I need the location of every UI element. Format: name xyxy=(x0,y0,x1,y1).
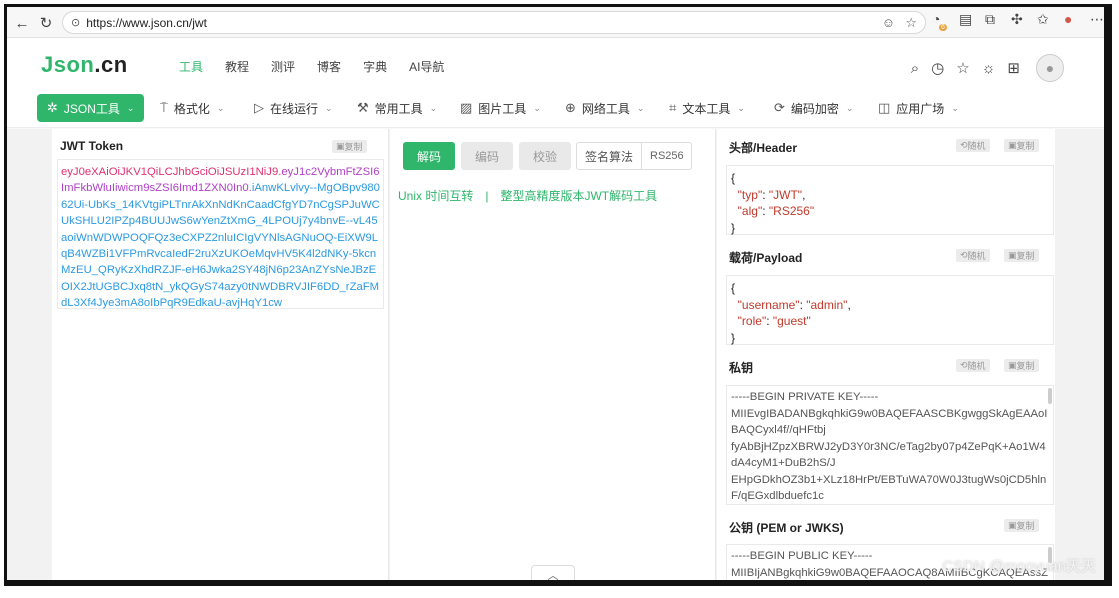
reload-icon[interactable]: ↻ xyxy=(33,10,59,36)
nav-review[interactable]: 测评 xyxy=(271,58,295,75)
payload-json-editor[interactable]: { "username": "admin", "role": "guest" } xyxy=(726,275,1054,345)
private-key-copy-button[interactable]: ▣ 复制 xyxy=(1004,359,1039,372)
reader-mode-icon[interactable]: ☺ xyxy=(882,15,895,30)
toolbar-app-square[interactable]: ◫ 应用广场 ⌄ xyxy=(878,94,959,122)
puzzle-icon[interactable]: ✣ xyxy=(1011,11,1023,28)
collections-icon[interactable]: ⧉ xyxy=(985,11,995,28)
nav-blog[interactable]: 博客 xyxy=(317,58,341,75)
back-icon[interactable]: ← xyxy=(9,10,35,36)
public-key-copy-button[interactable]: ▣ 复制 xyxy=(1004,519,1039,532)
screenshot-frame: ← ↻ ⊙ https://www.json.cn/jwt ☺ ☆ ◔ 6 ▤ … xyxy=(4,4,1112,586)
nav-tutorial[interactable]: 教程 xyxy=(225,58,249,75)
theme-sun-icon[interactable]: ☼ xyxy=(982,60,996,77)
payload-random-button[interactable]: ⟲ 随机 xyxy=(956,249,990,262)
encode-button[interactable]: 编码 xyxy=(461,142,513,170)
image-icon: ▨ xyxy=(460,100,473,115)
toolbar-run-online[interactable]: ▷ 在线运行 ⌄ xyxy=(254,94,333,122)
private-key-textarea[interactable]: -----BEGIN PRIVATE KEY----- MIIEvgIBADAN… xyxy=(726,385,1054,505)
token-header-part: eyJ0eXAiOiJKV1QiLCJhbGciOiJSUzI1NiJ9 xyxy=(61,166,279,178)
search-icon[interactable]: ⌕ xyxy=(911,60,919,77)
jwt-token-input[interactable]: eyJ0eXAiOiJKV1QiLCJhbGciOiJSUzI1NiJ9.eyJ… xyxy=(57,159,384,309)
chevron-down-icon: ⌄ xyxy=(533,102,541,113)
crop-icon: ⌗ xyxy=(669,100,677,115)
header-json-editor[interactable]: { "typ": "JWT", "alg": "RS256" } xyxy=(726,165,1054,235)
site-info-icon[interactable]: ⊙ xyxy=(71,16,80,29)
algorithm-label: 签名算法 xyxy=(577,143,643,169)
decode-button[interactable]: 解码 xyxy=(403,142,455,170)
toolbar-image-tools[interactable]: ▨ 图片工具 ⌄ xyxy=(460,94,541,122)
toolbar-format[interactable]: ⍑ 格式化 ⌄ xyxy=(160,94,224,122)
decoded-panel: 头部/Header ⟲ 随机 ▣ 复制 { "typ": "JWT", "alg… xyxy=(717,129,1055,580)
address-bar[interactable]: ⊙ https://www.json.cn/jwt ☺ ☆ xyxy=(62,11,926,34)
tool-links: Unix 时间互转 | 整型高精度版本JWT解码工具 xyxy=(398,187,657,204)
site-logo[interactable]: Json.cn xyxy=(41,52,128,78)
star-icon[interactable]: ☆ xyxy=(956,59,969,77)
browser-toolbar: ← ↻ ⊙ https://www.json.cn/jwt ☺ ☆ ◔ 6 ▤ … xyxy=(7,7,1104,38)
chevron-down-icon: ⌄ xyxy=(845,102,854,113)
collapse-up-button[interactable]: ︿ xyxy=(531,565,575,582)
user-avatar[interactable]: ● xyxy=(1036,54,1064,82)
jwt-token-title: JWT Token xyxy=(60,139,124,153)
globe-icon: ⊕ xyxy=(565,100,576,115)
header-random-button[interactable]: ⟲ 随机 xyxy=(956,139,990,152)
token-signature-part: iAnwKLvlvy--MgOBpv98062Ui-UbKs_14KVtgiPL… xyxy=(61,182,380,310)
play-icon: ▷ xyxy=(254,100,264,115)
history-icon[interactable]: ◷ xyxy=(931,59,944,77)
favorites-list-icon[interactable]: ✩ xyxy=(1037,11,1049,28)
controls-panel: 解码 编码 校验 签名算法 RS256 Unix 时间互转 | 整型高精度版本J… xyxy=(390,129,716,580)
main-content: JWT Token ▣ 复制 eyJ0eXAiOiJKV1QiLCJhbGciO… xyxy=(7,129,1104,582)
profile-icon[interactable]: ● xyxy=(1064,11,1072,27)
chevron-down-icon: ⌄ xyxy=(636,102,645,113)
copy-token-button[interactable]: ▣ 复制 xyxy=(332,140,367,153)
algorithm-value: RS256 xyxy=(650,150,684,162)
payload-title: 载荷/Payload xyxy=(729,251,803,265)
jwt-token-panel: JWT Token ▣ 复制 eyJ0eXAiOiJKV1QiLCJhbGciO… xyxy=(52,129,389,580)
toolbar-common-tools[interactable]: ⚒ 常用工具 ⌄ xyxy=(357,94,437,122)
sparkle-icon: ✲ xyxy=(47,100,58,115)
mode-buttons: 解码 编码 校验 xyxy=(403,142,577,170)
header-copy-button[interactable]: ▣ 复制 xyxy=(1004,139,1039,152)
nav-tools[interactable]: 工具 xyxy=(179,58,203,75)
tool-toolbar: ✲ JSON工具 ⌄ ⍑ 格式化 ⌄ ▷ 在线运行 ⌄ ⚒ 常用工具 ⌄ ▨ 图… xyxy=(7,88,1104,128)
public-key-title: 公钥 (PEM or JWKS) xyxy=(729,521,844,535)
toolbar-encode-encrypt[interactable]: ⟳ 编码加密 ⌄ xyxy=(774,94,853,122)
verify-button[interactable]: 校验 xyxy=(519,142,571,170)
private-key-random-button[interactable]: ⟲ 随机 xyxy=(956,359,990,372)
link-separator: | xyxy=(485,188,489,203)
chevron-down-icon: ⌄ xyxy=(737,102,745,113)
unix-time-link[interactable]: Unix 时间互转 xyxy=(398,187,473,204)
chevron-down-icon: ⌄ xyxy=(216,102,225,113)
header-title: 头部/Header xyxy=(729,141,798,155)
chevron-down-icon: ⌄ xyxy=(429,102,438,113)
toolbar-json-tools[interactable]: ✲ JSON工具 ⌄ xyxy=(37,94,145,122)
jwt-bigint-link[interactable]: 整型高精度版本JWT解码工具 xyxy=(500,187,657,204)
page-icon[interactable]: ▤ xyxy=(959,11,972,28)
url-text: https://www.json.cn/jwt xyxy=(86,15,207,30)
private-key-title: 私钥 xyxy=(729,361,754,375)
chevron-down-icon: ⌄ xyxy=(325,102,333,113)
chevron-down-icon: ⌄ xyxy=(126,102,135,113)
nav-dictionary[interactable]: 字典 xyxy=(363,58,387,75)
algorithm-select[interactable]: 签名算法 RS256 xyxy=(576,142,692,170)
grid-icon[interactable]: ⊞ xyxy=(1007,59,1020,77)
app-icon: ◫ xyxy=(878,100,891,115)
chevron-down-icon: ⌄ xyxy=(951,102,959,113)
hammer-icon: ⚒ xyxy=(357,100,369,115)
refresh-icon: ⟳ xyxy=(774,100,785,115)
main-nav: 工具 教程 测评 博客 字典 AI导航 xyxy=(179,58,466,75)
toolbar-text-tools[interactable]: ⌗ 文本工具 ⌄ xyxy=(669,94,745,122)
header-actions: ⌕ ◷ ☆ ☼ ⊞ ● xyxy=(899,54,1064,82)
toolbar-network-tools[interactable]: ⊕ 网络工具 ⌄ xyxy=(565,94,644,122)
payload-copy-button[interactable]: ▣ 复制 xyxy=(1004,249,1039,262)
favorite-star-icon[interactable]: ☆ xyxy=(905,15,917,31)
brush-icon: ⍑ xyxy=(160,100,168,115)
chevron-up-icon: ︿ xyxy=(547,570,559,582)
nav-ai[interactable]: AI导航 xyxy=(409,58,444,75)
site-header: Json.cn 工具 教程 测评 博客 字典 AI导航 ⌕ ◷ ☆ ☼ ⊞ ● xyxy=(7,38,1104,88)
more-menu-icon[interactable]: ⋯ xyxy=(1090,11,1104,28)
private-key-scrollbar[interactable] xyxy=(1048,388,1052,404)
watermark: CSDN @mooyuan天天 xyxy=(942,558,1096,575)
extension-badge: 6 xyxy=(939,24,947,31)
